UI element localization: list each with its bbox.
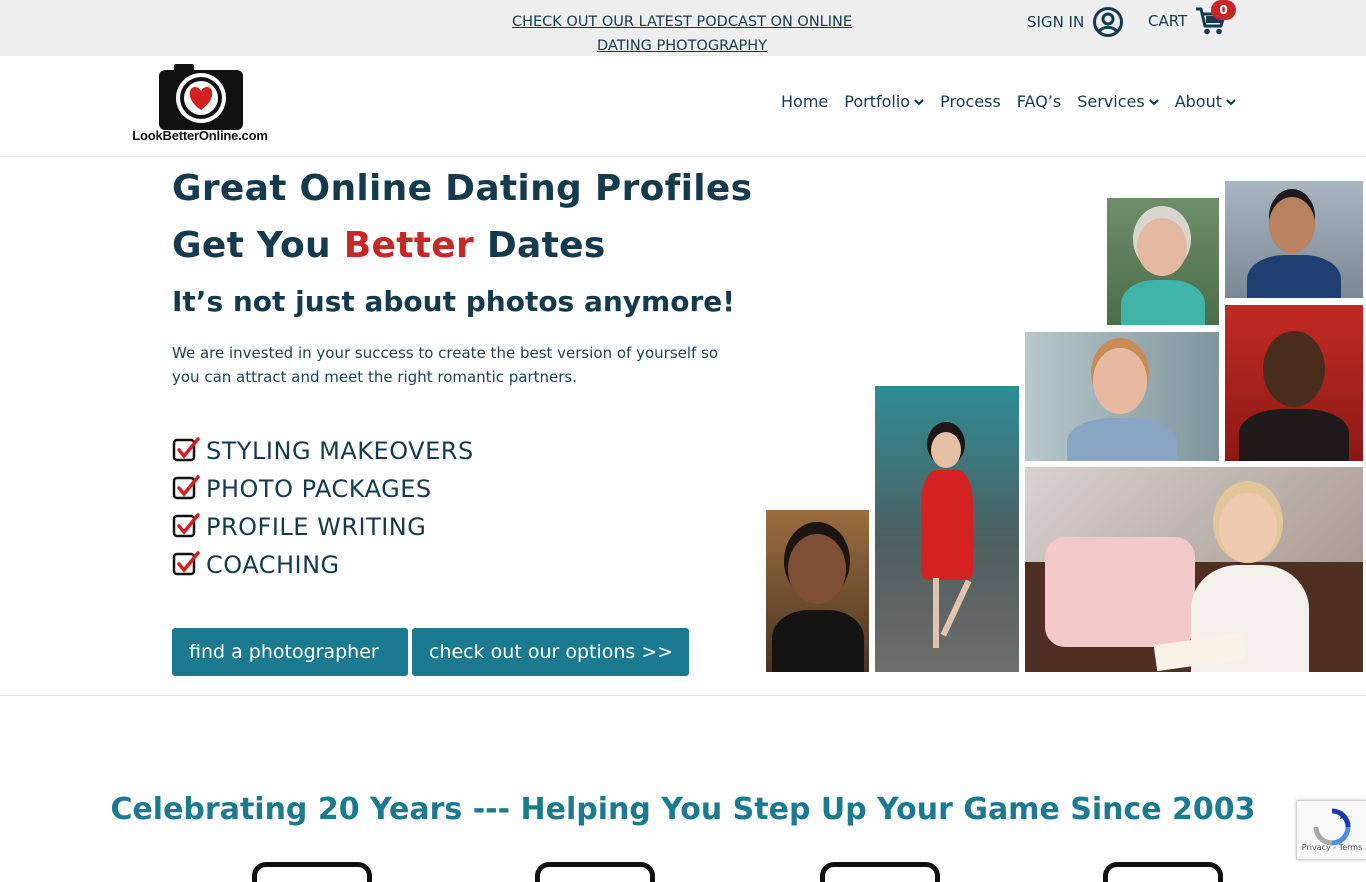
recaptcha-links[interactable]: Privacy - Terms xyxy=(1297,843,1366,852)
check-icon xyxy=(172,551,200,576)
photo-woman-portrait xyxy=(766,510,869,672)
hero-title-accent: Better xyxy=(343,225,475,266)
nav-about-label[interactable]: About xyxy=(1175,92,1222,111)
service-label: PROFILE WRITING xyxy=(206,513,427,541)
cart-label[interactable]: CART xyxy=(1148,12,1187,30)
chevron-down-icon[interactable] xyxy=(1148,97,1159,107)
top-bar: CHECK OUT OUR LATEST PODCAST ON ONLINE D… xyxy=(0,0,1366,56)
hero-title: Great Online Dating Profiles Get You Bet… xyxy=(172,160,752,274)
podcast-promo-link[interactable]: CHECK OUT OUR LATEST PODCAST ON ONLINE D… xyxy=(490,10,874,58)
sign-in-label[interactable]: SIGN IN xyxy=(1027,13,1084,31)
service-label: COACHING xyxy=(206,551,340,579)
sign-in-link[interactable]: SIGN IN xyxy=(1027,6,1124,38)
phone-frame-image xyxy=(820,862,940,882)
celebrate-heading: Celebrating 20 Years --- Helping You Ste… xyxy=(110,792,1256,827)
photo-smiling-man xyxy=(1025,332,1219,461)
photo-woman-reading xyxy=(1025,467,1363,672)
chevron-down-icon[interactable] xyxy=(1226,97,1236,107)
phone-frame-image xyxy=(1103,862,1223,882)
nav-services-label[interactable]: Services xyxy=(1077,92,1144,111)
recaptcha-badge[interactable]: Privacy - Terms xyxy=(1296,800,1366,860)
check-icon xyxy=(172,513,200,538)
service-item: COACHING xyxy=(172,546,474,584)
hero-subtitle: It’s not just about photos anymore! xyxy=(172,285,736,318)
recaptcha-icon xyxy=(1313,808,1351,846)
nav-portfolio-label[interactable]: Portfolio xyxy=(844,92,910,111)
site-logo[interactable]: LookBetterOnline.com xyxy=(124,60,276,146)
cart-count-badge: 0 xyxy=(1211,0,1236,20)
section-divider xyxy=(0,695,1366,696)
check-options-button[interactable]: check out our options >> xyxy=(412,628,689,676)
nav-item-portfolio[interactable]: Portfolio xyxy=(844,92,924,111)
chevron-down-icon[interactable] xyxy=(914,97,924,107)
logo-text[interactable]: LookBetterOnline.com xyxy=(124,128,276,143)
service-item: PHOTO PACKAGES xyxy=(172,470,474,508)
hero-title-pre: Get You xyxy=(172,225,331,266)
hero-title-line-1: Great Online Dating Profiles xyxy=(172,168,753,209)
promo-line-1[interactable]: CHECK OUT OUR LATEST PODCAST ON ONLINE xyxy=(490,10,874,34)
site-header: LookBetterOnline.com Home Portfolio Proc… xyxy=(0,56,1366,157)
user-circle-icon[interactable] xyxy=(1092,6,1124,38)
camera-heart-logo-icon xyxy=(159,64,243,130)
phone-frame-image xyxy=(252,862,372,882)
nav-faqs-label[interactable]: FAQ’s xyxy=(1017,92,1061,111)
photo-man-blue-jacket xyxy=(1225,181,1363,298)
main-nav: Home Portfolio Process FAQ’s Services Ab… xyxy=(781,92,1236,111)
find-photographer-button[interactable]: find a photographer xyxy=(172,628,408,676)
check-icon xyxy=(172,475,200,500)
promo-line-2[interactable]: DATING PHOTOGRAPHY xyxy=(490,34,874,58)
nav-item-services[interactable]: Services xyxy=(1077,92,1159,111)
services-list: STYLING MAKEOVERS PHOTO PACKAGES PROFILE… xyxy=(172,432,474,584)
service-item: PROFILE WRITING xyxy=(172,508,474,546)
hero-description: We are invested in your success to creat… xyxy=(172,344,719,386)
service-label: STYLING MAKEOVERS xyxy=(206,437,474,465)
nav-item-faqs[interactable]: FAQ’s xyxy=(1017,92,1061,111)
nav-home-label[interactable]: Home xyxy=(781,92,828,111)
service-item: STYLING MAKEOVERS xyxy=(172,432,474,470)
photo-older-woman xyxy=(1107,198,1219,325)
hero-title-post: Dates xyxy=(486,225,606,266)
nav-item-about[interactable]: About xyxy=(1175,92,1236,111)
nav-item-home[interactable]: Home xyxy=(781,92,828,111)
service-label: PHOTO PACKAGES xyxy=(206,475,432,503)
phone-frame-image xyxy=(535,862,655,882)
photo-man-red-background xyxy=(1225,305,1363,461)
nav-item-process[interactable]: Process xyxy=(940,92,1001,111)
hero-title-line-2: Get You Better Dates xyxy=(172,217,752,274)
photo-woman-red-coat xyxy=(875,386,1019,672)
nav-process-label[interactable]: Process xyxy=(940,92,1001,111)
check-icon xyxy=(172,437,200,462)
